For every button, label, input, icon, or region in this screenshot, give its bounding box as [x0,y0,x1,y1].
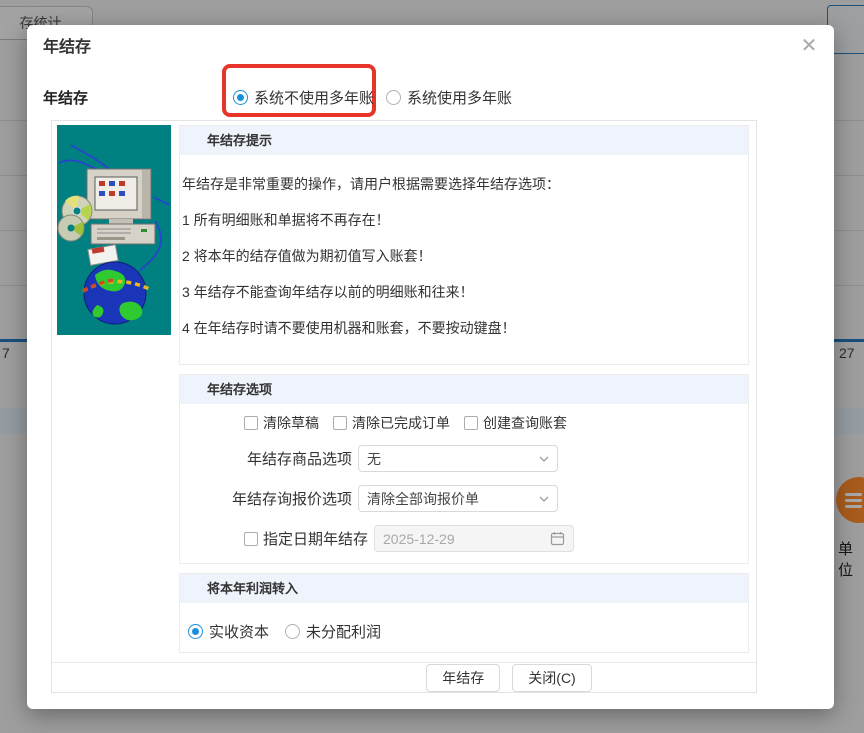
year-end-closing-dialog: 年结存 ✕ 年结存 系统不使用多年账 系统使用多年账 [27,25,834,709]
inquiry-option-label: 年结存询报价选项 [192,488,352,509]
radio-undistributed-profit-label: 未分配利润 [306,621,381,642]
checkbox-icon [333,416,347,430]
checkbox-clear-completed-orders-label: 清除已完成订单 [352,413,450,433]
checkbox-create-query-account[interactable]: 创建查询账套 [464,413,567,433]
year-end-closing-button[interactable]: 年结存 [426,664,500,692]
checkbox-create-query-account-label: 创建查询账套 [483,413,567,433]
checkbox-specified-date-label: 指定日期年结存 [263,528,368,549]
profit-transfer-section: 将本年利润转入 实收资本 未分配利润 [179,573,749,653]
year-end-date-input[interactable]: 2025-12-29 [374,525,574,552]
radio-paid-in-capital[interactable]: 实收资本 [188,621,269,642]
tips-item: 4 在年结存时请不要使用机器和账套，不要按动键盘！ [182,318,740,339]
tips-item: 2 将本年的结存值做为期初值写入账套！ [182,246,740,267]
tips-intro: 年结存是非常重要的操作，请用户根据需要选择年结存选项： [182,174,740,195]
options-body: 清除草稿 清除已完成订单 创建查询账套 [180,404,748,552]
checkbox-icon [244,532,258,546]
options-section-header: 年结存选项 [180,375,748,404]
radio-no-multi-year-label: 系统不使用多年账 [254,87,374,108]
dialog-body-panel: 年结存提示 年结存是非常重要的操作，请用户根据需要选择年结存选项： 1 所有明细… [51,120,757,693]
radio-unselected-icon [386,90,401,105]
footer-button-group: 年结存 关闭(C) [426,664,591,692]
computer-clipart-image [57,125,171,662]
inquiry-option-value: 清除全部询报价单 [367,489,479,509]
profit-transfer-header: 将本年利润转入 [180,574,748,603]
profit-transfer-body: 实收资本 未分配利润 [180,603,748,642]
tips-section-header: 年结存提示 [180,126,748,155]
checkbox-specified-date[interactable]: 指定日期年结存 [244,528,368,549]
tips-body: 年结存是非常重要的操作，请用户根据需要选择年结存选项： 1 所有明细账和单据将不… [180,155,748,339]
dialog-footer: 年结存 关闭(C) [52,662,756,692]
panel-main: 年结存提示 年结存是非常重要的操作，请用户根据需要选择年结存选项： 1 所有明细… [52,121,756,662]
inquiry-option-select[interactable]: 清除全部询报价单 [358,485,558,512]
radio-undistributed-profit[interactable]: 未分配利润 [285,621,381,642]
options-checkbox-row: 清除草稿 清除已完成订单 创建查询账套 [244,414,748,432]
checkbox-icon [464,416,478,430]
year-end-section-label: 年结存 [43,87,88,108]
computer-globe-illustration [57,125,171,335]
radio-multi-year-label: 系统使用多年账 [407,87,512,108]
options-section: 年结存选项 清除草稿 清除已完成订单 [179,374,749,564]
radio-selected-icon [233,90,248,105]
product-option-value: 无 [367,449,381,469]
checkbox-clear-drafts[interactable]: 清除草稿 [244,413,319,433]
close-button[interactable]: 关闭(C) [512,664,591,692]
specified-date-row: 指定日期年结存 2025-12-29 [244,525,748,552]
checkbox-icon [244,416,258,430]
radio-paid-in-capital-label: 实收资本 [209,621,269,642]
close-icon[interactable]: ✕ [796,33,822,59]
checkbox-clear-completed-orders[interactable]: 清除已完成订单 [333,413,450,433]
radio-multi-year[interactable]: 系统使用多年账 [386,87,512,108]
product-option-row: 年结存商品选项 无 [192,445,748,472]
chevron-down-icon [539,496,549,502]
radio-no-multi-year[interactable]: 系统不使用多年账 [233,87,374,108]
product-option-select[interactable]: 无 [358,445,558,472]
tips-item: 3 年结存不能查询年结存以前的明细账和往来！ [182,282,740,303]
multi-year-mode-radio-group: 系统不使用多年账 系统使用多年账 [233,87,512,108]
tips-item: 1 所有明细账和单据将不再存在！ [182,210,740,231]
dialog-title: 年结存 [43,33,91,57]
tips-section: 年结存提示 年结存是非常重要的操作，请用户根据需要选择年结存选项： 1 所有明细… [179,125,749,365]
product-option-label: 年结存商品选项 [192,448,352,469]
calendar-icon [550,531,565,546]
chevron-down-icon [539,456,549,462]
inquiry-option-row: 年结存询报价选项 清除全部询报价单 [192,485,748,512]
radio-unselected-icon [285,624,300,639]
year-end-date-value: 2025-12-29 [383,531,455,547]
radio-selected-icon [188,624,203,639]
checkbox-clear-drafts-label: 清除草稿 [263,413,319,433]
panel-right-column: 年结存提示 年结存是非常重要的操作，请用户根据需要选择年结存选项： 1 所有明细… [179,125,750,662]
